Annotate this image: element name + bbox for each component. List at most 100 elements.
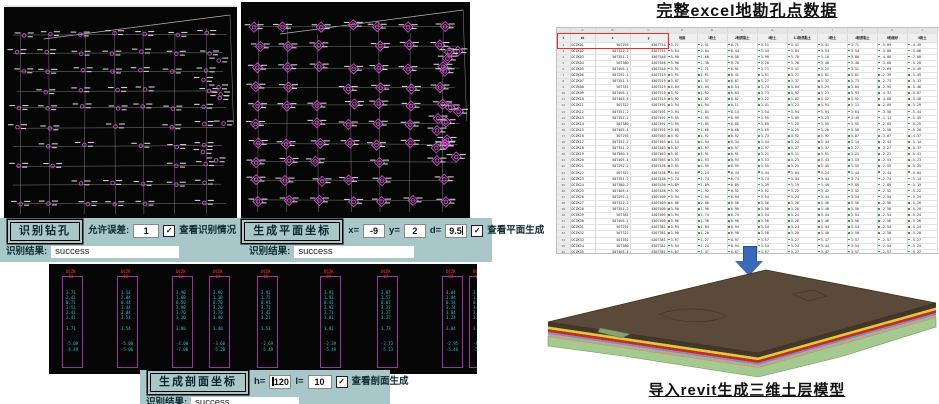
view-plane-label: 查看平面生成 bbox=[487, 226, 544, 236]
plan-toolbar-result-row: 识别结果: success 识别结果: success bbox=[0, 241, 492, 260]
l-label: l= bbox=[295, 377, 303, 387]
depth-value: -2.73 bbox=[381, 342, 393, 346]
depth-value: 3.41 bbox=[66, 316, 76, 320]
column-header: 3粉土 bbox=[817, 33, 847, 42]
result-label-left: 识别结果: bbox=[6, 247, 47, 257]
depth-value: -4.49 bbox=[66, 348, 78, 352]
depth-value: 3.40 bbox=[213, 316, 223, 320]
borehole-column: DCZK 084.041.040.543.743.043.243.04-2.95… bbox=[442, 272, 463, 367]
plan-toolbar-row: 识别钻孔 允许误差: 1 ✓ 查看识别情况 生成平面坐标 x= -9 y= 2 … bbox=[0, 218, 492, 241]
excel-cell: 3.47 bbox=[817, 249, 847, 254]
depth-value: 3.40 bbox=[213, 327, 223, 331]
depth-value: -5.06 bbox=[121, 348, 133, 352]
excel-cell: DCZK35 bbox=[570, 249, 595, 254]
borehole-column: DCZK 063.911.910.413.913.713.813.81-2.39… bbox=[320, 272, 341, 367]
cad-background bbox=[241, 2, 470, 218]
depth-value: -5.49 bbox=[324, 348, 336, 352]
column-header: 5粉细砂 bbox=[877, 33, 907, 42]
y-label: y= bbox=[389, 226, 400, 236]
excel-cell: -2.57 bbox=[877, 249, 907, 254]
depth-value: 3.21 bbox=[261, 316, 271, 320]
geology-tool-screenshot: 识别钻孔 允许误差: 1 ✓ 查看识别情况 生成平面坐标 x= -9 y= 2 … bbox=[0, 0, 939, 404]
depth-value: -2.95 bbox=[446, 342, 458, 346]
row-number: 1 bbox=[557, 33, 570, 42]
view-recognition-checkbox[interactable]: ✓ bbox=[163, 225, 175, 237]
h-label: h= bbox=[254, 377, 265, 387]
gen-plane-coords-button[interactable]: 生成平面坐标 bbox=[244, 222, 340, 241]
result-label-right: 识别结果: bbox=[249, 247, 290, 257]
depth-value: 3.54 bbox=[121, 327, 131, 331]
x-label: x= bbox=[348, 226, 359, 236]
depth-value: 3.24 bbox=[446, 316, 456, 320]
depth-value: 3.10 bbox=[176, 316, 186, 320]
tolerance-input[interactable]: 1 bbox=[133, 224, 159, 238]
borehole-column: DCZK 033.901.600.503.903.703.103.80-4.00… bbox=[172, 272, 193, 367]
depth-value: -5.87 bbox=[473, 348, 477, 352]
cad-plan-original-panel bbox=[4, 5, 237, 220]
depth-value: -5.46 bbox=[446, 348, 458, 352]
depth-value: 3.04 bbox=[446, 327, 456, 331]
depth-value: 3.93 bbox=[473, 327, 477, 331]
gen-section-coords-button[interactable]: 生成剖面坐标 bbox=[150, 373, 246, 392]
depth-value: -4.00 bbox=[176, 342, 188, 346]
depth-value: -2.69 bbox=[261, 342, 273, 346]
column-header: 地面 bbox=[667, 33, 697, 42]
y-input[interactable]: 2 bbox=[404, 224, 426, 238]
column-header: 2粉质黏土 bbox=[727, 33, 757, 42]
column-header: 3-1粉质黏土 bbox=[787, 33, 817, 42]
excel-cell: 1.47 bbox=[697, 249, 727, 254]
text-caret bbox=[462, 226, 464, 235]
borehole-section-panel: DCZK 013.712.410.713.513.413.413.71-5.09… bbox=[49, 264, 477, 374]
view-plane-checkbox[interactable]: ✓ bbox=[471, 225, 483, 237]
result-field-right[interactable]: success bbox=[294, 246, 414, 258]
depth-value: -4.37 bbox=[473, 342, 477, 346]
model-caption: 导入revit生成三维土层模型 bbox=[556, 381, 938, 401]
column-header: y bbox=[630, 33, 667, 42]
result-label: 识别结果: bbox=[146, 398, 187, 404]
depth-value: -5.49 bbox=[261, 348, 273, 352]
x-input[interactable]: -9 bbox=[363, 224, 385, 238]
excel-data-table[interactable]: ABCDEFGHIJKL1zkxy地面1粉土2粉质黏土3粉土3-1粉质黏土3粉土… bbox=[556, 27, 939, 254]
depth-value: -3.60 bbox=[213, 342, 225, 346]
d-input[interactable]: 9.5 bbox=[445, 224, 467, 238]
depth-value: -5.20 bbox=[213, 348, 225, 352]
column-header: 6粉土 bbox=[907, 33, 937, 42]
borehole-column: DCZK 013.712.410.713.513.413.413.71-5.09… bbox=[62, 272, 83, 367]
depth-value: 3.54 bbox=[121, 316, 131, 320]
depth-value: -2.39 bbox=[324, 342, 336, 346]
revit-3d-soil-model bbox=[540, 256, 939, 380]
depth-value: 3.23 bbox=[473, 316, 477, 320]
depth-value: 3.37 bbox=[381, 316, 391, 320]
l-input[interactable]: 10 bbox=[308, 375, 332, 389]
depth-value: 3.51 bbox=[261, 327, 271, 331]
view-section-checkbox[interactable]: ✓ bbox=[336, 376, 348, 388]
depth-value: -7.00 bbox=[176, 348, 188, 352]
column-header: x bbox=[595, 33, 630, 42]
cad-background bbox=[4, 7, 237, 220]
recognize-holes-button[interactable]: 识别钻孔 bbox=[10, 222, 80, 241]
depth-value: 3.73 bbox=[381, 327, 391, 331]
tolerance-label: 允许误差: bbox=[88, 226, 129, 236]
section-toolbar-row: 生成剖面坐标 h= 120 l= 10 ✓ 查看剖面生成 bbox=[140, 370, 390, 392]
excel-cell: 4.07 bbox=[667, 249, 697, 254]
depth-value: 3.80 bbox=[176, 327, 186, 331]
borehole-column: DCZK 093.921.920.033.733.923.233.93-4.37… bbox=[469, 272, 477, 367]
plan-toolbar: 识别钻孔 允许误差: 1 ✓ 查看识别情况 生成平面坐标 x= -9 y= 2 … bbox=[0, 218, 492, 262]
column-header: zk bbox=[570, 33, 595, 42]
view-recognition-label: 查看识别情况 bbox=[179, 226, 236, 236]
borehole-column: DCZK 073.871.570.873.273.373.373.73-2.73… bbox=[377, 272, 398, 367]
section-result-field[interactable]: success bbox=[191, 397, 299, 404]
column-header: 3粉土 bbox=[757, 33, 787, 42]
column-header: 1粉土 bbox=[697, 33, 727, 42]
borehole-column: DCZK 053.911.710.913.713.413.213.51-2.69… bbox=[257, 272, 278, 367]
depth-value: -5.13 bbox=[381, 348, 393, 352]
borehole-column: DCZK 043.901.300.703.203.703.403.40-3.60… bbox=[209, 272, 230, 367]
depth-value: -5.09 bbox=[66, 342, 78, 346]
result-field-left[interactable]: success bbox=[51, 246, 179, 258]
depth-value: 3.81 bbox=[324, 316, 334, 320]
section-toolbar-result-row: 识别结果: success bbox=[140, 392, 390, 404]
excel-cell: -5.27 bbox=[907, 249, 937, 254]
section-toolbar: 生成剖面坐标 h= 120 l= 10 ✓ 查看剖面生成 识别结果: succe… bbox=[140, 370, 390, 404]
h-input[interactable]: 120 bbox=[269, 375, 291, 389]
excel-cell: 36 bbox=[557, 249, 570, 254]
